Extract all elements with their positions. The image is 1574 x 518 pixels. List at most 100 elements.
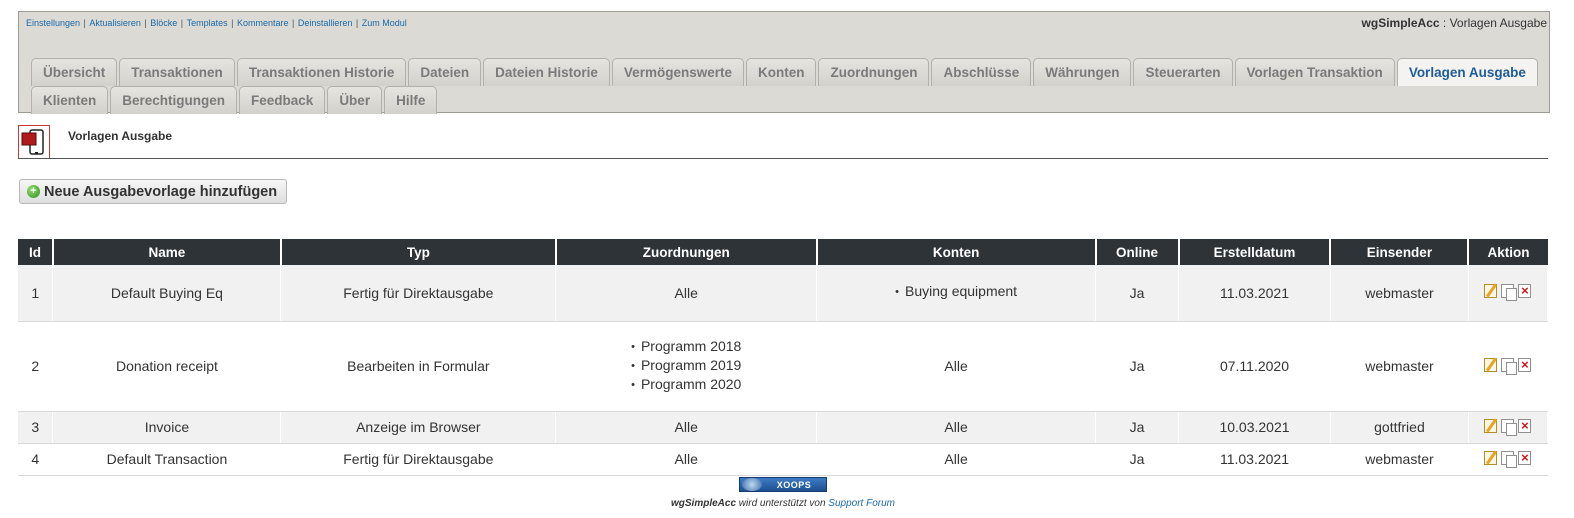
cell-zuordnungen: Programm 2018Programm 2019Programm 2020 (555, 321, 818, 412)
output-templates-icon-graphic (21, 129, 44, 155)
tab-uebersicht[interactable]: Übersicht (31, 58, 118, 86)
module-section: Vorlagen Ausgabe (1449, 16, 1547, 30)
link-einstellungen[interactable]: Einstellungen (26, 18, 80, 28)
cell-typ: Fertig für Direktausgabe (280, 265, 557, 322)
delete-icon[interactable]: × (1518, 418, 1532, 433)
tab-dateien[interactable]: Dateien (408, 58, 482, 86)
link-aktualisieren[interactable]: Aktualisieren (89, 18, 141, 28)
cell-zuordnungen: Alle (555, 265, 818, 322)
add-icon: + (27, 185, 40, 198)
cell-typ: Anzeige im Browser (280, 411, 557, 444)
globe-icon (742, 478, 762, 491)
tab-abschluesse[interactable]: Abschlüsse (931, 58, 1032, 86)
col-typ: Typ (280, 239, 557, 265)
cell-online: Ja (1095, 321, 1180, 412)
edit-icon[interactable] (1484, 450, 1498, 465)
col-aktion: Aktion (1468, 239, 1548, 265)
tab-ueber[interactable]: Über (327, 86, 383, 114)
list-item: Buying equipment (895, 283, 1017, 302)
list-item: Programm 2019 (631, 357, 741, 376)
table-header-row: Id Name Typ Zuordnungen Konten Online Er… (18, 239, 1548, 265)
cell-zuordnungen: Alle (555, 443, 818, 476)
tab-zuordnungen[interactable]: Zuordnungen (818, 58, 930, 86)
cell-aktion: × (1468, 411, 1549, 444)
cell-aktion: × (1468, 321, 1549, 412)
cell-aktion: × (1468, 265, 1549, 322)
tab-row-2: Klienten Berechtigungen Feedback Über Hi… (31, 86, 439, 114)
link-bloecke[interactable]: Blöcke (150, 18, 177, 28)
clone-icon[interactable] (1501, 284, 1518, 302)
table-row: 3 Invoice Anzeige im Browser Alle Alle J… (18, 411, 1549, 444)
table-row: 4 Default Transaction Fertig für Direkta… (18, 443, 1549, 476)
cell-id: 3 (18, 411, 54, 444)
cell-name: Default Buying Eq (52, 265, 282, 322)
edit-icon[interactable] (1484, 284, 1498, 299)
delete-icon[interactable]: × (1518, 357, 1532, 372)
tab-hilfe[interactable]: Hilfe (384, 86, 438, 114)
tab-klienten[interactable]: Klienten (31, 86, 109, 114)
footer-text: wird unterstützt von (738, 498, 826, 509)
page-title: Vorlagen Ausgabe (68, 129, 173, 143)
list-item: Programm 2018 (631, 338, 741, 357)
cell-einsender: webmaster (1330, 265, 1469, 322)
tab-waehrungen[interactable]: Währungen (1033, 58, 1132, 86)
link-zum-modul[interactable]: Zum Modul (362, 18, 407, 28)
list-item: Programm 2020 (631, 376, 741, 395)
tab-steuerarten[interactable]: Steuerarten (1133, 58, 1233, 86)
col-name: Name (52, 239, 282, 265)
table-row: 1 Default Buying Eq Fertig für Direktaus… (18, 265, 1549, 322)
delete-icon[interactable]: × (1518, 450, 1532, 465)
cell-aktion: × (1468, 443, 1549, 476)
clone-icon[interactable] (1501, 357, 1518, 375)
tab-berechtigungen[interactable]: Berechtigungen (110, 86, 238, 114)
xoops-badge-label: XOOPS (776, 479, 812, 490)
link-templates[interactable]: Templates (187, 18, 228, 28)
cell-erstelldatum: 10.03.2021 (1178, 411, 1331, 444)
cell-einsender: gottfried (1330, 411, 1469, 444)
cell-online: Ja (1095, 411, 1180, 444)
cell-einsender: webmaster (1330, 443, 1469, 476)
clone-icon[interactable] (1501, 418, 1518, 436)
add-output-template-button[interactable]: + Neue Ausgabevorlage hinzufügen (19, 179, 288, 204)
cell-online: Ja (1095, 443, 1180, 476)
col-einsender: Einsender (1330, 239, 1470, 265)
edit-icon[interactable] (1484, 418, 1498, 433)
edit-icon[interactable] (1484, 357, 1498, 372)
cell-konten: Alle (816, 443, 1097, 476)
tab-transaktionen[interactable]: Transaktionen (119, 58, 235, 86)
cell-konten: Alle (816, 321, 1097, 412)
admin-top-links: Einstellungen | Aktualisieren | Blöcke |… (26, 18, 407, 28)
table-row: 2 Donation receipt Bearbeiten in Formula… (18, 321, 1549, 412)
cell-einsender: webmaster (1330, 321, 1469, 412)
tab-vorlagen-ausgabe[interactable]: Vorlagen Ausgabe (1396, 58, 1538, 86)
col-zuordnungen: Zuordnungen (555, 239, 818, 265)
tab-konten[interactable]: Konten (745, 58, 817, 86)
module-title: wgSimpleAcc : Vorlagen Ausgabe (1361, 16, 1547, 30)
heading-divider (18, 158, 1548, 159)
cell-online: Ja (1095, 265, 1180, 322)
admin-header: Einstellungen | Aktualisieren | Blöcke |… (18, 11, 1550, 114)
xoops-badge[interactable]: XOOPS (739, 477, 827, 492)
tab-vorlagen-transaktion[interactable]: Vorlagen Transaktion (1234, 58, 1395, 86)
cell-erstelldatum: 11.03.2021 (1178, 265, 1331, 322)
col-online: Online (1095, 239, 1180, 265)
footer-credit: wgSimpleAcc wird unterstützt von Support… (0, 498, 1566, 509)
link-deinstallieren[interactable]: Deinstallieren (298, 18, 353, 28)
col-konten: Konten (816, 239, 1097, 265)
tab-vermoegenswerte[interactable]: Vermögenswerte (611, 58, 744, 86)
tab-dateien-historie[interactable]: Dateien Historie (483, 58, 610, 86)
tab-feedback[interactable]: Feedback (239, 86, 326, 114)
tab-transaktionen-historie[interactable]: Transaktionen Historie (236, 58, 407, 86)
cell-zuordnungen: Alle (555, 411, 818, 444)
link-kommentare[interactable]: Kommentare (237, 18, 289, 28)
cell-erstelldatum: 11.03.2021 (1178, 443, 1331, 476)
cell-id: 1 (18, 265, 54, 322)
delete-icon[interactable]: × (1518, 284, 1532, 299)
add-output-template-label: Neue Ausgabevorlage hinzufügen (44, 183, 278, 200)
support-forum-link[interactable]: Support Forum (828, 498, 895, 509)
cell-name: Donation receipt (52, 321, 282, 412)
clone-icon[interactable] (1501, 450, 1518, 468)
module-name: wgSimpleAcc (1361, 16, 1440, 30)
zuordnungen-list: Programm 2018Programm 2019Programm 2020 (631, 338, 741, 395)
cell-name: Default Transaction (52, 443, 282, 476)
